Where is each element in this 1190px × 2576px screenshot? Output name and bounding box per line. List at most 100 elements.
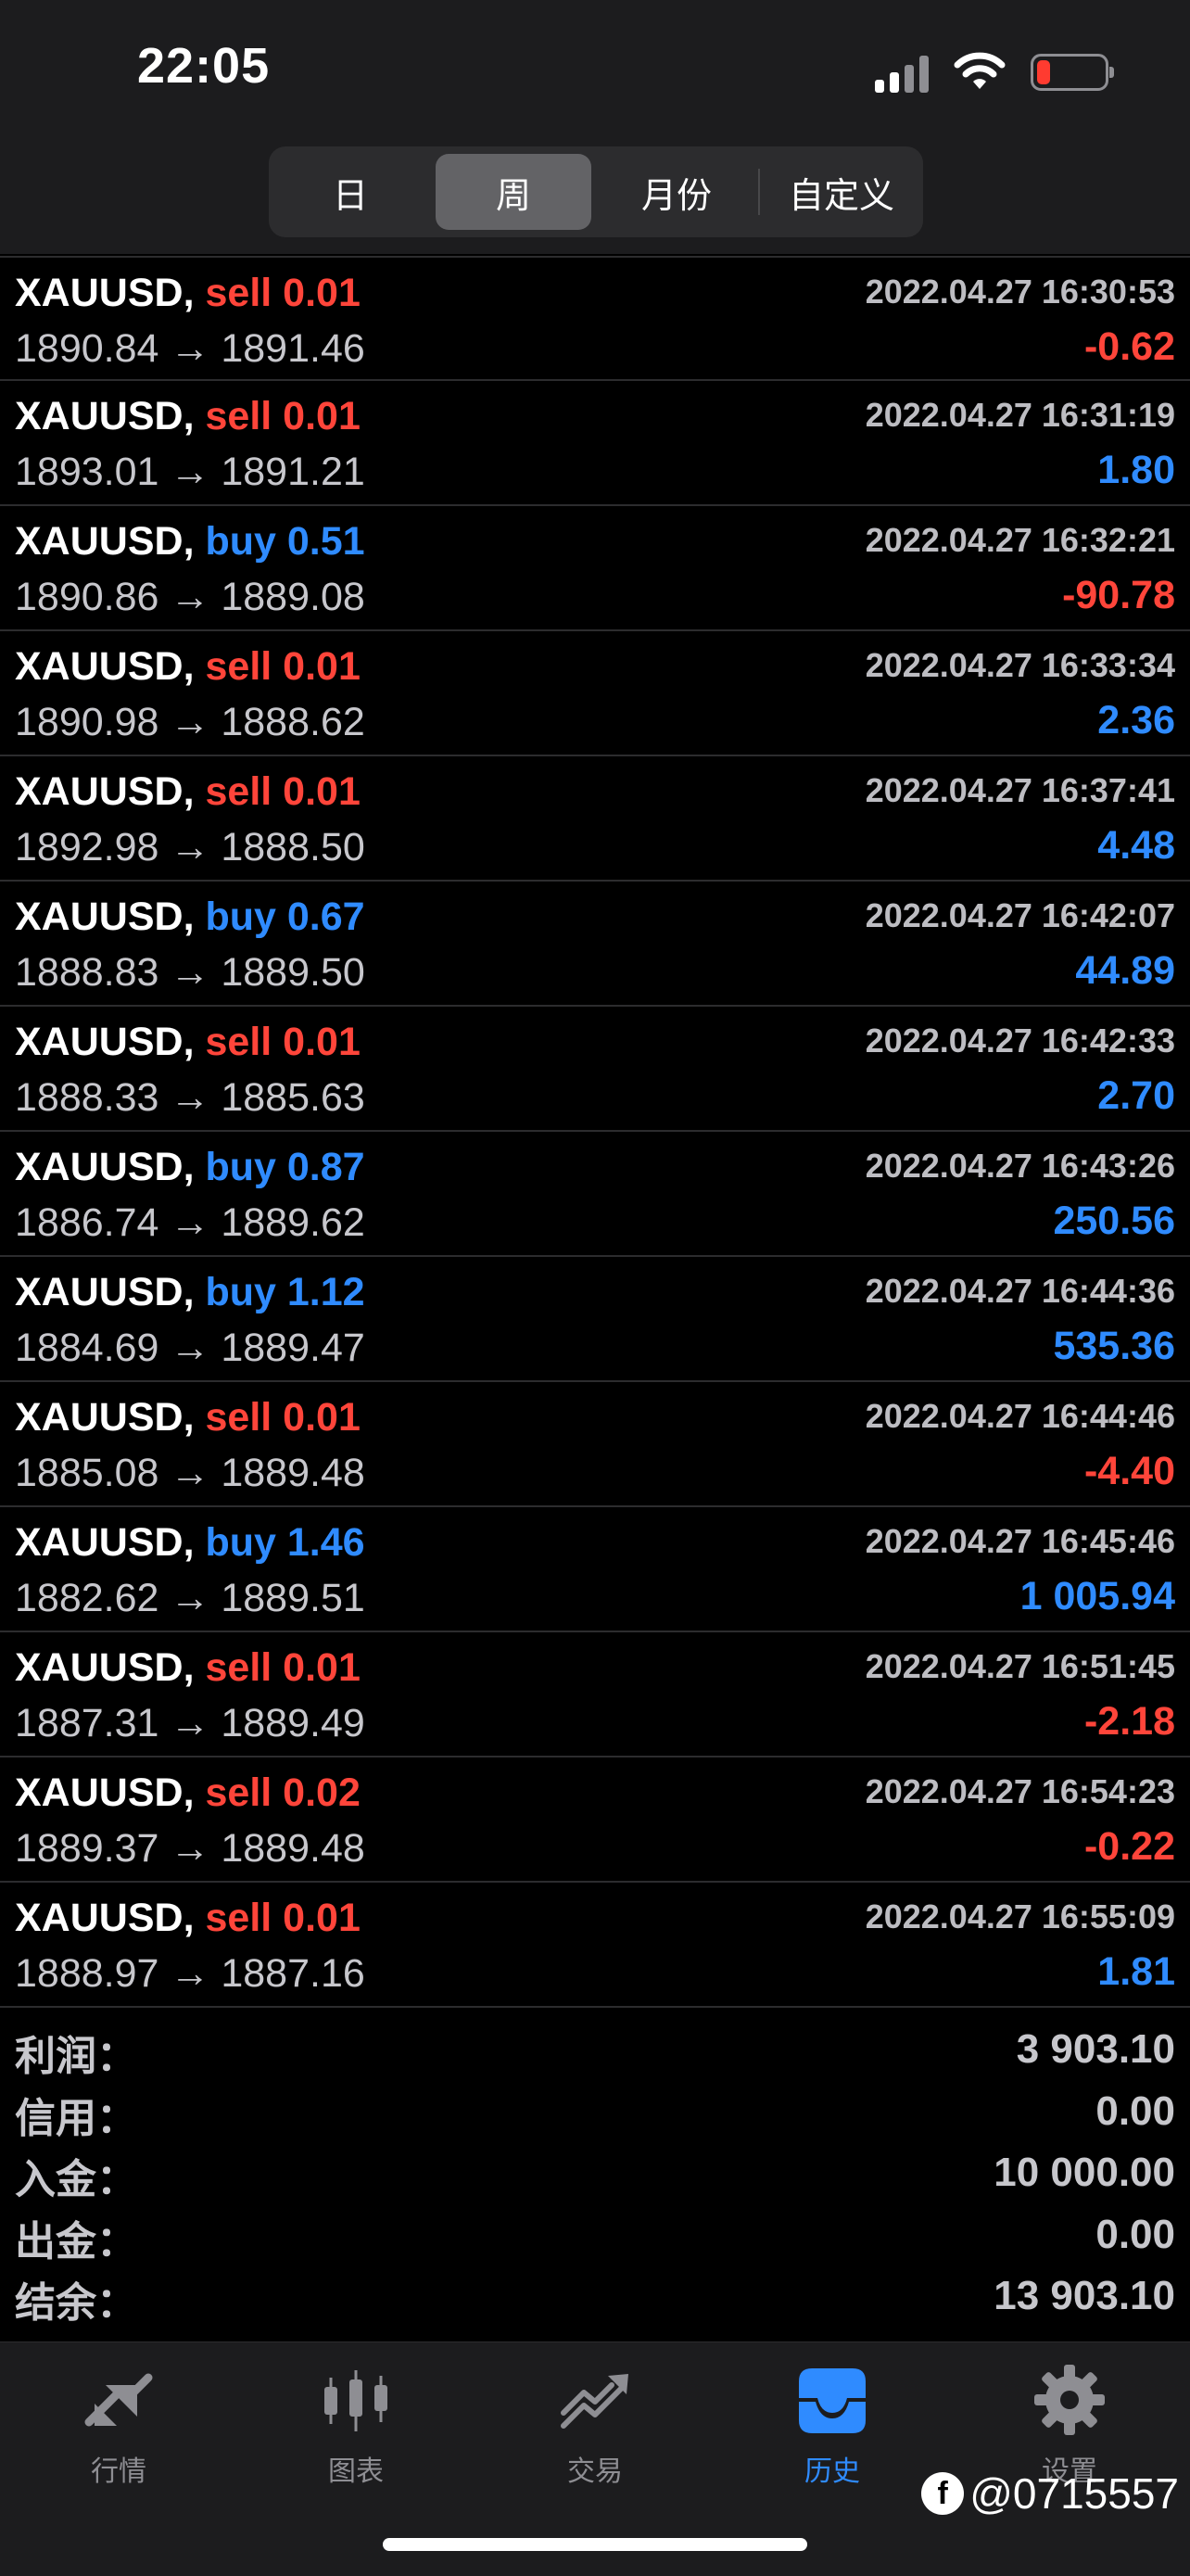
trade-volume: 0.01 — [283, 1395, 361, 1440]
trade-symbol: XAUUSD, — [15, 644, 195, 689]
trade-title: XAUUSD, sell 0.01 — [15, 394, 361, 439]
close-price: 1891.46 — [221, 326, 365, 371]
trade-title: XAUUSD, sell 0.01 — [15, 1645, 361, 1691]
close-price: 1888.50 — [221, 825, 365, 869]
open-price: 1892.98 — [15, 825, 159, 869]
trade-symbol: XAUUSD, — [15, 1770, 195, 1815]
trade-row[interactable]: XAUUSD, sell 0.01 2022.04.27 16:44:46 1885… — [0, 1382, 1190, 1507]
wifi-icon — [954, 52, 1006, 89]
trade-row[interactable]: XAUUSD, sell 0.01 2022.04.27 16:33:34 1890… — [0, 631, 1190, 756]
trade-row[interactable]: XAUUSD, buy 0.67 2022.04.27 16:42:07 1888.… — [0, 882, 1190, 1007]
tab-history[interactable]: 历史 — [714, 2361, 951, 2488]
trade-time: 2022.04.27 16:32:21 — [865, 521, 1175, 559]
trade-time: 2022.04.27 16:33:34 — [865, 646, 1175, 684]
open-price: 1885.08 — [15, 1451, 159, 1495]
close-price: 1888.62 — [221, 700, 365, 744]
tab-custom[interactable]: 自定义 — [764, 154, 919, 230]
close-price: 1889.08 — [221, 575, 365, 619]
tab-charts[interactable]: 图表 — [237, 2361, 475, 2488]
trade-symbol: XAUUSD, — [15, 271, 195, 315]
trade-profit: 44.89 — [1075, 948, 1175, 993]
trade-title: XAUUSD, sell 0.01 — [15, 1395, 361, 1440]
summary-label: 结余： — [15, 2279, 137, 2327]
trade-row[interactable]: XAUUSD, sell 0.01 2022.04.27 16:37:41 1892… — [0, 756, 1190, 882]
trade-volume: 1.12 — [286, 1270, 365, 1314]
trade-type: buy — [205, 519, 276, 564]
trade-trend-icon — [561, 2374, 628, 2429]
trade-row[interactable]: XAUUSD, buy 1.12 2022.04.27 16:44:36 1884.… — [0, 1257, 1190, 1382]
trade-volume: 0.01 — [283, 1645, 361, 1690]
battery-low-icon — [1031, 54, 1114, 91]
summary-row: 信用： 0.00 — [0, 2083, 1190, 2145]
trade-time: 2022.04.27 16:31:19 — [865, 396, 1175, 434]
close-price: 1891.21 — [221, 450, 365, 494]
trade-type: sell — [205, 271, 272, 315]
trade-row[interactable]: XAUUSD, buy 0.51 2022.04.27 16:32:21 1890.… — [0, 506, 1190, 631]
trade-profit: 1.80 — [1097, 448, 1175, 492]
trade-type: sell — [205, 1020, 272, 1064]
tab-settings[interactable]: 设置 — [951, 2361, 1188, 2488]
arrow-right-icon: → — [170, 1951, 210, 1996]
arrow-right-icon: → — [170, 700, 210, 744]
trade-symbol: XAUUSD, — [15, 394, 195, 438]
arrow-right-icon: → — [170, 1075, 210, 1120]
close-price: 1887.16 — [221, 1951, 365, 1996]
trade-symbol: XAUUSD, — [15, 519, 195, 564]
trade-row[interactable]: XAUUSD, sell 0.02 2022.04.27 16:54:23 1889… — [0, 1758, 1190, 1883]
summary-row: 结余： 13 903.10 — [0, 2267, 1190, 2329]
trade-type: sell — [205, 1395, 272, 1440]
trade-volume: 1.46 — [286, 1520, 365, 1565]
open-price: 1886.74 — [15, 1200, 159, 1245]
trade-profit: -0.22 — [1083, 1824, 1175, 1869]
summary-label: 信用： — [15, 2094, 137, 2142]
trade-prices: 1888.33 → 1885.63 — [15, 1075, 365, 1121]
trade-symbol: XAUUSD, — [15, 1896, 195, 1940]
trade-prices: 1892.98 → 1888.50 — [15, 825, 365, 870]
trade-row[interactable]: XAUUSD, sell 0.01 2022.04.27 16:30:53 1890… — [0, 256, 1190, 381]
trade-time: 2022.04.27 16:54:23 — [865, 1772, 1175, 1810]
trade-time: 2022.04.27 16:45:46 — [865, 1522, 1175, 1560]
tab-trade[interactable]: 交易 — [476, 2361, 714, 2488]
trade-volume: 0.02 — [283, 1770, 361, 1815]
trade-time: 2022.04.27 16:43:26 — [865, 1147, 1175, 1185]
trade-row[interactable]: XAUUSD, sell 0.01 2022.04.27 16:55:09 1888… — [0, 1883, 1190, 2008]
summary-row: 入金： 10 000.00 — [0, 2144, 1190, 2206]
tab-month[interactable]: 月份 — [599, 154, 754, 230]
trade-row[interactable]: XAUUSD, sell 0.01 2022.04.27 16:31:19 1893… — [0, 381, 1190, 506]
trade-prices: 1893.01 → 1891.21 — [15, 450, 365, 495]
summary-label: 利润： — [15, 2033, 137, 2080]
trade-prices: 1890.98 → 1888.62 — [15, 700, 365, 745]
trade-profit: 1 005.94 — [1019, 1574, 1175, 1618]
watermark: f @0715557 — [921, 2468, 1179, 2519]
trade-row[interactable]: XAUUSD, sell 0.01 2022.04.27 16:51:45 1887… — [0, 1632, 1190, 1758]
trade-history-list: XAUUSD, sell 0.01 2022.04.27 16:30:53 1890… — [0, 256, 1190, 2008]
trade-symbol: XAUUSD, — [15, 1020, 195, 1064]
trade-title: XAUUSD, buy 0.67 — [15, 895, 365, 940]
close-price: 1889.48 — [221, 1826, 365, 1871]
tab-day[interactable]: 日 — [272, 154, 428, 230]
trade-title: XAUUSD, buy 0.87 — [15, 1145, 365, 1190]
tab-week[interactable]: 周 — [436, 154, 591, 230]
trade-volume: 0.01 — [283, 271, 361, 315]
open-price: 1882.62 — [15, 1576, 159, 1620]
trade-row[interactable]: XAUUSD, buy 0.87 2022.04.27 16:43:26 1886.… — [0, 1132, 1190, 1257]
home-indicator — [383, 2538, 807, 2551]
close-price: 1889.51 — [221, 1576, 365, 1620]
trade-row[interactable]: XAUUSD, buy 1.46 2022.04.27 16:45:46 1882.… — [0, 1507, 1190, 1632]
summary-value: 0.00 — [1095, 2211, 1175, 2257]
trade-type: sell — [205, 644, 272, 689]
trade-profit: -4.40 — [1083, 1449, 1175, 1493]
trade-type: sell — [205, 1896, 272, 1940]
close-price: 1889.50 — [221, 950, 365, 995]
trade-time: 2022.04.27 16:30:53 — [865, 273, 1175, 311]
watermark-text: @0715557 — [969, 2469, 1179, 2518]
open-price: 1890.98 — [15, 700, 159, 744]
trade-type: sell — [205, 769, 272, 814]
account-summary: 利润： 3 903.10 信用： 0.00 入金： 10 000.00 出金： 0.00 结余：… — [0, 2021, 1190, 2329]
trade-prices: 1889.37 → 1889.48 — [15, 1826, 365, 1872]
trade-prices: 1884.69 → 1889.47 — [15, 1326, 365, 1371]
tab-quotes[interactable]: 行情 — [0, 2361, 237, 2488]
trade-row[interactable]: XAUUSD, sell 0.01 2022.04.27 16:42:33 1888… — [0, 1007, 1190, 1132]
trade-time: 2022.04.27 16:44:36 — [865, 1272, 1175, 1310]
summary-row: 出金： 0.00 — [0, 2206, 1190, 2268]
